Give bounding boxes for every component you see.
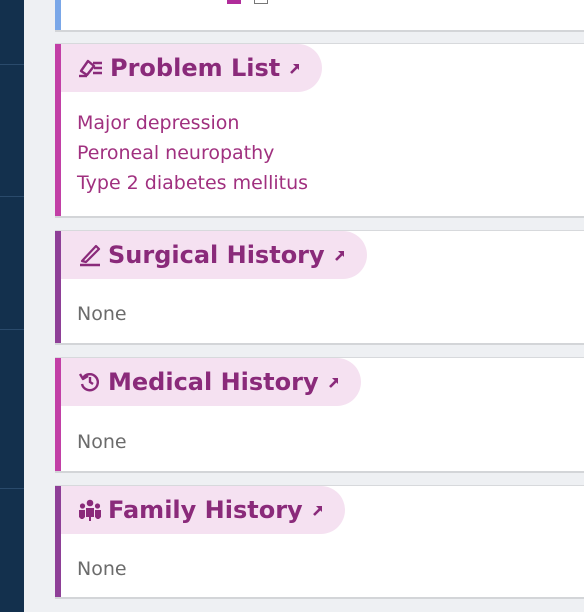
external-link-icon[interactable]	[333, 248, 347, 262]
surgical-history-card: Surgical History None	[55, 230, 584, 345]
empty-text: None	[77, 558, 127, 580]
empty-text: None	[77, 431, 127, 453]
external-link-icon[interactable]	[311, 503, 325, 517]
medical-history-body: None	[77, 427, 127, 457]
family-history-card: Family History None	[55, 485, 584, 599]
list-item[interactable]: Peroneal neuropathy	[77, 138, 308, 168]
problem-list-header[interactable]: Problem List	[61, 44, 323, 92]
external-link-icon[interactable]	[288, 61, 302, 75]
sidebar-divider	[0, 196, 24, 197]
family-history-body: None	[77, 554, 127, 584]
checkbox[interactable]	[254, 0, 268, 4]
surgical-history-body: None	[77, 299, 127, 329]
surgical-history-title: Surgical History	[108, 241, 325, 269]
previous-card	[55, 0, 584, 32]
card-accent	[55, 0, 61, 30]
medical-history-card: Medical History None	[55, 357, 584, 473]
problem-list-items: Major depression Peroneal neuropathy Typ…	[77, 108, 308, 198]
family-history-header[interactable]: Family History	[61, 486, 345, 534]
left-sidebar	[0, 0, 24, 612]
medical-history-title: Medical History	[108, 368, 319, 396]
sidebar-divider	[0, 329, 24, 330]
list-item[interactable]: Type 2 diabetes mellitus	[77, 168, 308, 198]
list-item[interactable]: Major depression	[77, 108, 308, 138]
problem-list-title: Problem List	[110, 54, 281, 82]
sidebar-divider	[0, 488, 24, 489]
main-content: Problem List Major depression Peroneal n…	[24, 0, 584, 612]
surgical-history-header[interactable]: Surgical History	[61, 231, 367, 279]
color-swatch	[227, 0, 241, 4]
empty-text: None	[77, 303, 127, 325]
problem-list-icon	[78, 57, 104, 79]
scalpel-icon	[78, 243, 102, 267]
family-icon	[78, 498, 102, 522]
external-link-icon[interactable]	[327, 375, 341, 389]
history-icon	[78, 370, 102, 394]
sidebar-divider	[0, 64, 24, 65]
problem-list-card: Problem List Major depression Peroneal n…	[55, 43, 584, 218]
medical-history-header[interactable]: Medical History	[61, 358, 361, 406]
family-history-title: Family History	[108, 496, 303, 524]
